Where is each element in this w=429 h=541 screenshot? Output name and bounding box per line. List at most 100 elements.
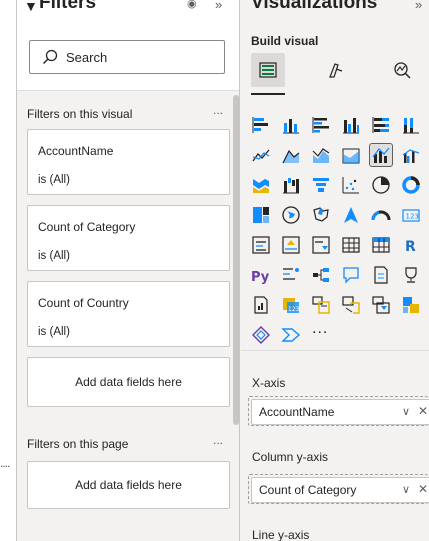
funnel-chart-icon[interactable] [310, 174, 332, 196]
filter-card-state: is (All) [38, 174, 70, 186]
chevron-down-icon[interactable]: ∨ [402, 405, 410, 418]
svg-text:123: 123 [406, 213, 419, 221]
search-input[interactable] [66, 47, 216, 67]
donut-chart-icon[interactable] [400, 174, 422, 196]
page-filters-title: Filters on this page [27, 437, 129, 451]
analytics-tab[interactable] [385, 53, 419, 87]
visualizations-pane: Visualizations » Build visual 123 R Py 1… [239, 0, 429, 541]
pie-chart-icon[interactable] [370, 174, 392, 196]
waterfall-chart-icon[interactable] [280, 174, 302, 196]
x-axis-label: X-axis [252, 376, 286, 390]
power-automate-icon[interactable] [310, 294, 332, 316]
visual-filters-more-button[interactable]: ... [213, 103, 223, 117]
filter-search-box[interactable] [29, 40, 225, 74]
100-stacked-column-chart-icon[interactable] [400, 114, 422, 136]
filter-card-accountname[interactable]: AccountName is (All) [27, 129, 230, 195]
collapse-pane-icon[interactable]: » [415, 0, 422, 12]
apps-visual-icon[interactable] [400, 294, 422, 316]
column-y-axis-label: Column y-axis [252, 450, 329, 464]
more-visuals-button[interactable]: ... [312, 320, 328, 338]
ribbon-chart-icon[interactable] [250, 174, 272, 196]
x-axis-well[interactable]: AccountName ∨ ✕ [248, 396, 429, 426]
clustered-bar-chart-icon[interactable] [310, 114, 332, 136]
svg-text:123: 123 [288, 306, 300, 313]
decomposition-tree-icon[interactable] [310, 264, 332, 286]
analytics-icon [394, 62, 411, 79]
close-icon[interactable]: ✕ [418, 404, 428, 418]
close-icon[interactable]: ✕ [418, 482, 428, 496]
chevron-down-icon[interactable]: ∨ [402, 483, 410, 496]
multi-row-card-icon[interactable] [250, 234, 272, 256]
smart-narrative-icon[interactable] [370, 264, 392, 286]
build-visual-label: Build visual [251, 34, 319, 48]
key-influencers-icon[interactable] [280, 264, 302, 286]
azure-visual-icon[interactable] [250, 324, 272, 346]
page-filters-more-button[interactable]: ... [213, 433, 223, 447]
filter-card-state: is (All) [38, 250, 70, 262]
power-apps-icon[interactable]: 123 [280, 294, 302, 316]
paginated-report-icon[interactable] [250, 294, 272, 316]
filter-card-field: Count of Category [38, 220, 136, 234]
map-icon[interactable] [280, 204, 302, 226]
filters-body: Filters on this visual ... AccountName i… [17, 90, 239, 541]
filters-pane: ▼ Filters ◉ » Filters on this visual ...… [17, 0, 239, 541]
metrics-icon[interactable] [340, 294, 362, 316]
add-data-fields-label: Add data fields here [75, 375, 182, 389]
filter-card-count-of-country[interactable]: Count of Country is (All) [27, 281, 230, 347]
100-stacked-area-chart-icon[interactable] [340, 144, 362, 166]
python-visual-icon[interactable]: Py [250, 264, 272, 286]
kpi-icon[interactable] [280, 234, 302, 256]
clustered-column-chart-icon[interactable] [340, 114, 362, 136]
line-and-stacked-column-chart-icon[interactable] [369, 143, 393, 167]
build-visual-tab[interactable] [251, 53, 285, 87]
qna-icon[interactable] [340, 264, 362, 286]
stacked-bar-chart-icon[interactable] [250, 114, 272, 136]
collapse-pane-icon[interactable]: » [215, 0, 222, 12]
page-add-data-fields-well[interactable]: Add data fields here [27, 461, 230, 509]
goals-icon[interactable] [400, 264, 422, 286]
format-visual-icon [329, 63, 343, 78]
stacked-column-chart-icon[interactable] [280, 114, 302, 136]
matrix-icon[interactable] [370, 234, 392, 256]
area-chart-icon[interactable] [280, 144, 302, 166]
table-icon[interactable] [340, 234, 362, 256]
collapsed-dots: .... [0, 456, 10, 470]
line-chart-icon[interactable] [250, 144, 272, 166]
card-icon[interactable]: 123 [400, 204, 422, 226]
add-data-fields-label: Add data fields here [75, 478, 182, 492]
visualizations-title: Visualizations [251, 0, 378, 13]
eye-icon[interactable]: ◉ [187, 0, 197, 10]
section-divider [241, 350, 429, 351]
build-visual-icon [259, 62, 277, 78]
x-axis-field-name: AccountName [259, 405, 335, 419]
filter-card-field: Count of Country [38, 296, 129, 310]
line-and-clustered-column-chart-icon[interactable] [400, 144, 422, 166]
filter-card-count-of-category[interactable]: Count of Category is (All) [27, 205, 230, 271]
gauge-icon[interactable] [370, 204, 392, 226]
treemap-icon[interactable] [250, 204, 272, 226]
narrative-sheet-icon[interactable] [370, 294, 392, 316]
scatter-chart-icon[interactable] [340, 174, 362, 196]
r-visual-icon[interactable]: R [400, 234, 422, 256]
filters-title: Filters [39, 0, 97, 13]
visual-filters-title: Filters on this visual [27, 107, 133, 121]
x-axis-field-pill[interactable]: AccountName ∨ ✕ [251, 399, 429, 425]
stacked-area-chart-icon[interactable] [310, 144, 332, 166]
canvas-edge: .... [0, 0, 17, 541]
100-stacked-bar-chart-icon[interactable] [370, 114, 392, 136]
filter-icon: ▼ [24, 0, 38, 14]
svg-text:Py: Py [251, 270, 270, 285]
slicer-icon[interactable] [310, 234, 332, 256]
column-y-axis-field-name: Count of Category [259, 483, 357, 497]
power-automate-flow-icon[interactable] [280, 324, 302, 346]
filled-map-icon[interactable] [310, 204, 332, 226]
filter-card-field: AccountName [38, 144, 114, 158]
format-visual-tab[interactable] [318, 53, 352, 87]
column-y-axis-field-pill[interactable]: Count of Category ∨ ✕ [251, 477, 429, 503]
svg-text:R: R [405, 239, 416, 255]
azure-map-icon[interactable] [340, 204, 362, 226]
filter-card-state: is (All) [38, 326, 70, 338]
column-y-axis-well[interactable]: Count of Category ∨ ✕ [248, 474, 429, 504]
filters-header: ▼ Filters ◉ » [17, 0, 239, 26]
visual-add-data-fields-well[interactable]: Add data fields here [27, 357, 230, 407]
